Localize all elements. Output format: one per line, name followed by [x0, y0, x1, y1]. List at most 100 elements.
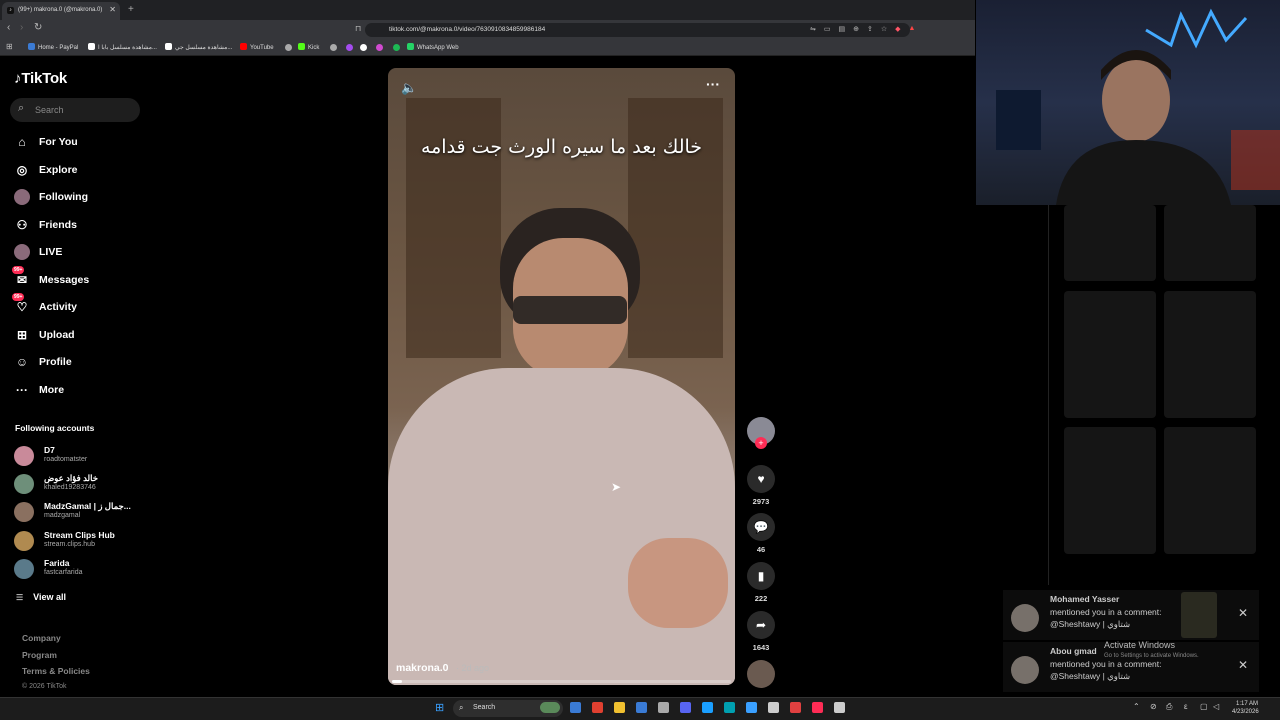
brave-shield-icon[interactable]: ◆ [895, 25, 900, 33]
suggested-video-tile[interactable] [1064, 427, 1156, 554]
more-options-icon[interactable]: ··· [706, 76, 720, 92]
taskbar-app-icon[interactable] [636, 702, 647, 713]
sidebar-item-more[interactable]: ··· More [14, 380, 64, 400]
following-account[interactable]: MadzGamal | جمال ز... madzgamal [14, 500, 144, 524]
sidebar-item-activity[interactable]: ♡ 99+ Activity [12, 293, 77, 317]
bookmark-item[interactable]: مشاهدة مسلسل جي... [165, 43, 232, 51]
close-tab-icon[interactable]: ✕ [109, 5, 116, 14]
chat-icon[interactable]: ▢ [1200, 702, 1208, 711]
taskbar-app-icon[interactable] [724, 702, 735, 713]
microphone-icon[interactable]: ⎙ [1166, 702, 1172, 712]
bookmark-item[interactable]: Home - PayPal [28, 43, 78, 51]
save-button[interactable]: ▮ 222 [746, 562, 776, 603]
bookmark-favicon-icon[interactable] [285, 44, 292, 51]
taskbar-app-icon[interactable] [812, 702, 823, 713]
following-account[interactable]: Stream Clips Hub stream.clips.hub [14, 529, 144, 553]
windows-start-icon[interactable]: ⊞ [435, 701, 444, 714]
language-icon[interactable]: ε [1184, 702, 1188, 711]
sidebar-item-profile[interactable]: ☺ Profile [14, 352, 72, 372]
video-person [388, 368, 735, 685]
footer-terms-link[interactable]: Terms & Policies [22, 666, 90, 676]
follow-plus-icon[interactable]: + [755, 437, 767, 449]
following-account[interactable]: خالد فؤاد عوض khaled19283746 [14, 472, 144, 496]
bookmark-favicon-icon[interactable] [393, 44, 400, 51]
footer-program-link[interactable]: Program [22, 650, 57, 660]
suggested-video-tile[interactable] [1164, 427, 1256, 554]
tray-chevron-icon[interactable]: ⌃ [1133, 702, 1140, 711]
bookmark-favicon-icon[interactable] [360, 44, 367, 51]
share-icon[interactable]: ⇪ [867, 25, 873, 33]
bookmark-favicon-icon[interactable] [376, 44, 383, 51]
new-tab-icon[interactable]: + [128, 4, 134, 15]
apps-icon[interactable]: ⊞ [6, 42, 13, 51]
cast-icon[interactable]: ▭ [824, 25, 831, 33]
sidebar-item-live[interactable]: ● LIVE [14, 242, 62, 262]
taskbar-clock[interactable]: 1:17 AM 4/23/2026 [1232, 700, 1259, 716]
taskbar-app-icon[interactable] [592, 702, 603, 713]
music-disc[interactable] [746, 660, 776, 688]
sidebar-item-friends[interactable]: ⚇ Friends [14, 215, 77, 235]
following-account[interactable]: Farida fastcarfarida [14, 557, 144, 581]
taskbar-app-icon[interactable] [834, 702, 845, 713]
bookmark-icon[interactable]: ⊓ [355, 24, 361, 33]
video-author[interactable]: makrona.0 [396, 662, 449, 674]
clock-time: 1:17 AM [1235, 701, 1258, 707]
tab-search-icon[interactable]: ▤ [839, 25, 846, 33]
creator-avatar[interactable]: + [746, 417, 776, 449]
sidebar-item-upload[interactable]: ⊞ Upload [14, 325, 75, 345]
account-handle: khaled19283746 [44, 484, 96, 491]
suggested-video-tile[interactable] [1164, 291, 1256, 418]
comment-button[interactable]: 💬 46 [746, 513, 776, 554]
following-account[interactable]: D7 roadtomatster [14, 444, 144, 468]
extension-icon[interactable]: ⇋ [810, 25, 816, 33]
bookmark-item[interactable]: YouTube [240, 43, 274, 51]
brave-rewards-icon[interactable]: ▲ [909, 25, 916, 33]
close-icon[interactable]: ✕ [1238, 658, 1248, 672]
back-icon[interactable]: ‹ [7, 22, 10, 33]
taskbar-app-icon[interactable] [570, 702, 581, 713]
search-input[interactable]: ⌕ Search [10, 98, 140, 122]
close-icon[interactable]: ✕ [1238, 606, 1248, 620]
sidebar-item-following[interactable]: ● Following [14, 187, 88, 207]
browser-tab[interactable]: ♪ (99+) makrona.0 (@makrona.0) ✕ [2, 2, 120, 20]
taskbar-app-icon[interactable] [768, 702, 779, 713]
bookmark-label: مشاهدة مسلسل جي... [175, 45, 233, 51]
taskbar-app-icon[interactable] [680, 702, 691, 713]
taskbar-app-icon[interactable] [746, 702, 757, 713]
sidebar-item-explore[interactable]: ◎ Explore [14, 160, 78, 180]
like-button[interactable]: ♥ 2973 [746, 465, 776, 506]
view-all-link[interactable]: ☰ View all [16, 592, 66, 602]
network-icon[interactable]: ⊘ [1150, 702, 1157, 711]
taskbar-app-icon[interactable] [702, 702, 713, 713]
video-progress-bar[interactable] [392, 680, 731, 683]
sidebar-item-label: Explore [39, 164, 78, 176]
bookmark-favicon-icon[interactable] [346, 44, 353, 51]
suggested-video-tile[interactable] [1164, 205, 1256, 281]
bookmark-item[interactable]: WhatsApp Web [407, 43, 459, 51]
star-icon[interactable]: ☆ [881, 25, 887, 33]
bookmark-item[interactable]: مشاهدة مسلسل بابا ا... [88, 43, 157, 51]
tiktok-favicon-icon: ♪ [7, 7, 14, 14]
taskbar-app-icon[interactable] [540, 702, 560, 713]
forward-icon[interactable]: › [20, 22, 23, 33]
account-name: Stream Clips Hub [44, 530, 115, 540]
video-player[interactable]: 🔈 ··· خالك بعد ما سيره الورث جت قدامه ma… [388, 68, 735, 685]
taskbar-app-icon[interactable] [790, 702, 801, 713]
bookmark-favicon-icon[interactable] [330, 44, 337, 51]
sidebar-item-for-you[interactable]: ⌂ For You [14, 132, 77, 152]
volume-icon[interactable]: ◁ [1213, 702, 1219, 711]
taskbar-app-icon[interactable] [614, 702, 625, 713]
volume-icon[interactable]: 🔈 [401, 80, 417, 96]
bookmark-item[interactable]: Kick [298, 43, 319, 51]
footer-company-link[interactable]: Company [22, 633, 61, 643]
sidebar-item-messages[interactable]: ✉ 99+ Messages [12, 266, 89, 290]
messages-icon: ✉ 99+ [12, 266, 28, 287]
notification-toast[interactable]: Mohamed Yasser mentioned you in a commen… [1003, 590, 1259, 640]
reload-icon[interactable]: ↻ [34, 22, 42, 33]
taskbar-app-icon[interactable] [658, 702, 669, 713]
suggested-video-tile[interactable] [1064, 205, 1156, 281]
suggested-video-tile[interactable] [1064, 291, 1156, 418]
zoom-icon[interactable]: ⊕ [853, 25, 859, 33]
tiktok-logo[interactable]: ♪TikTok [14, 70, 67, 87]
share-button[interactable]: ➦ 1643 [746, 611, 776, 652]
